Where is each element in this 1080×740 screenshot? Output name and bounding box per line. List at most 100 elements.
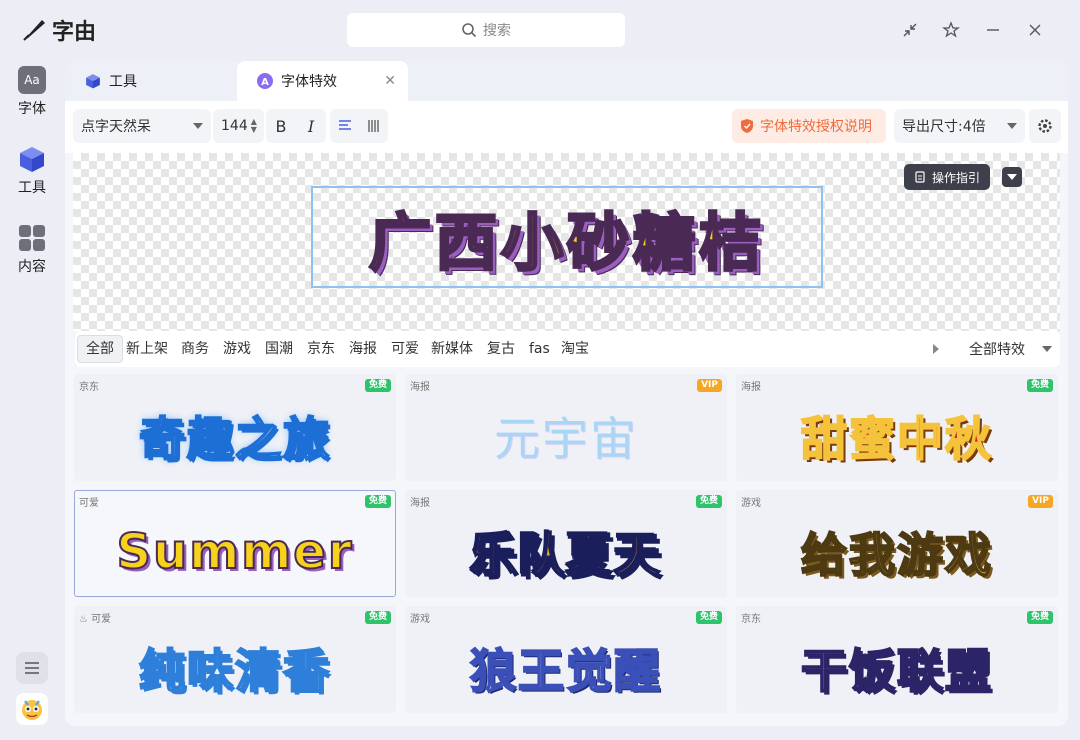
search-box[interactable]: 搜索 (347, 13, 625, 47)
filter-chip[interactable]: 海报 (341, 335, 385, 363)
tab-label: 字体特效 (281, 74, 337, 90)
font-select-value: 点字天然呆 (81, 119, 151, 135)
card-tag-label: 可爱 (91, 614, 112, 625)
filter-chip[interactable]: 复古 (479, 335, 523, 363)
vertical-text-icon[interactable] (359, 119, 388, 133)
font-size-stepper[interactable]: 144 ▲ ▼ (213, 109, 264, 143)
card-tag: 游戏 (410, 614, 430, 625)
free-badge: 免费 (364, 611, 391, 624)
free-badge: 免费 (364, 379, 391, 392)
card-preview-text: 元宇宙 (494, 412, 638, 466)
effect-card[interactable]: 游戏 VIP 给我游戏 (736, 490, 1058, 597)
card-tag: 京东 (79, 382, 99, 393)
cube-icon (86, 74, 100, 89)
effect-card[interactable]: 可爱 免费 Summer (74, 490, 396, 597)
card-tag: 海报 (410, 382, 430, 393)
free-badge: 免费 (1026, 611, 1053, 624)
settings-button[interactable] (1029, 109, 1061, 143)
scroll-right-icon[interactable] (933, 344, 939, 354)
rail-label-font: 字体 (18, 101, 46, 117)
text-selection-box[interactable]: 广西小砂糖桔 (311, 186, 823, 288)
tab-close-icon[interactable]: ✕ (384, 73, 396, 89)
tab-label: 工具 (109, 74, 137, 90)
rail-item-font[interactable]: Aa 字体 (10, 66, 54, 118)
avatar[interactable] (16, 693, 48, 725)
text-style-group: B I (266, 109, 326, 143)
italic-button[interactable]: I (296, 117, 326, 136)
card-tag: 海报 (741, 382, 761, 393)
free-badge: 免费 (695, 611, 722, 624)
pin-icon[interactable] (937, 16, 965, 44)
card-preview-text: 狼王觉醒 (469, 643, 662, 699)
filter-chip[interactable]: 国潮 (257, 335, 301, 363)
filter-chip[interactable]: 淘宝 (553, 335, 597, 363)
tab-bar: 工具 A 字体特效 ✕ (65, 61, 1068, 101)
menu-icon[interactable] (16, 652, 48, 684)
gear-icon (1038, 119, 1052, 133)
effect-card[interactable]: 京东 免费 干饭联盟 (736, 606, 1058, 713)
rail-label-tools: 工具 (18, 180, 46, 196)
stepper-arrows-icon: ▲ ▼ (250, 117, 257, 134)
guide-button[interactable]: 操作指引 (903, 164, 990, 190)
guide-label: 操作指引 (931, 170, 980, 185)
preview-text[interactable]: 广西小砂糖桔 (367, 192, 765, 282)
orientation-group (330, 109, 388, 143)
chevron-down-icon (1007, 123, 1017, 129)
filter-chip[interactable]: 游戏 (215, 335, 259, 363)
toolbar: 点字天然呆 144 ▲ ▼ B I 字体特效授权说明 导出尺寸:4倍 (65, 101, 1068, 153)
card-tag: 京东 (741, 614, 761, 625)
card-preview-text: 甜蜜中秋 (800, 411, 993, 467)
font-aa-icon: Aa (18, 66, 46, 94)
search-icon (462, 23, 477, 38)
tab-font-effects[interactable]: A 字体特效 ✕ (237, 61, 408, 101)
filter-chip[interactable]: 新媒体 (423, 335, 481, 363)
guide-dropdown-icon[interactable] (1002, 167, 1022, 187)
font-size-value: 144 (221, 118, 248, 134)
font-select[interactable]: 点字天然呆 (73, 109, 211, 143)
horizontal-text-icon[interactable] (330, 119, 359, 133)
filter-bar: 全部 新上架 商务 游戏 国潮 京东 海报 可爱 新媒体 复古 fas 淘宝 全… (75, 331, 1060, 367)
effect-card[interactable]: 海报 免费 乐队夏天 (405, 490, 727, 597)
effect-card[interactable]: 海报 VIP 元宇宙 (405, 374, 727, 481)
card-preview-text: 奇趣之旅 (138, 411, 331, 467)
export-size-select[interactable]: 导出尺寸:4倍 (894, 109, 1025, 143)
document-icon (915, 171, 925, 183)
card-preview-text: 纯味清香 (138, 643, 331, 699)
free-badge: 免费 (695, 495, 722, 508)
shield-icon (741, 119, 753, 133)
close-icon[interactable] (1021, 16, 1049, 44)
grid-icon (18, 224, 46, 252)
effect-card[interactable]: ♨ 可爱 免费 纯味清香 (74, 606, 396, 713)
filter-chip[interactable]: 商务 (173, 335, 217, 363)
card-tag: 游戏 (741, 498, 761, 509)
license-button[interactable]: 字体特效授权说明 (732, 109, 886, 143)
chevron-down-icon (193, 123, 203, 129)
tab-tools[interactable]: 工具 (65, 61, 237, 101)
card-preview-text: Summer (116, 523, 354, 581)
card-preview-text: 干饭联盟 (800, 643, 993, 699)
filter-chip[interactable]: 可爱 (383, 335, 427, 363)
effect-icon: A (257, 73, 273, 89)
quill-icon (23, 20, 45, 41)
app-logo: 字由 (20, 14, 96, 46)
card-tag: ♨ 可爱 (79, 610, 111, 625)
effect-card[interactable]: 京东 免费 奇趣之旅 (74, 374, 396, 481)
filter-chip[interactable]: 全部 (77, 335, 123, 363)
collapse-icon[interactable] (896, 16, 924, 44)
free-badge: 免费 (364, 495, 391, 508)
effect-card[interactable]: 游戏 免费 狼王觉醒 (405, 606, 727, 713)
bold-button[interactable]: B (266, 117, 296, 136)
rail-item-content[interactable]: 内容 (10, 224, 54, 276)
rail-label-content: 内容 (18, 259, 46, 275)
rail-item-tools[interactable]: 工具 (10, 145, 54, 197)
svg-text:A: A (261, 77, 269, 88)
flame-icon: ♨ (79, 614, 92, 625)
main-panel: 工具 A 字体特效 ✕ 点字天然呆 144 ▲ ▼ B I 字体特效授权说明 导… (65, 61, 1068, 726)
search-placeholder: 搜索 (483, 23, 511, 39)
filter-chip[interactable]: 新上架 (118, 335, 176, 363)
effect-card[interactable]: 海报 免费 甜蜜中秋 (736, 374, 1058, 481)
filter-chip[interactable]: 京东 (299, 335, 343, 363)
minimize-icon[interactable] (979, 16, 1007, 44)
preview-canvas[interactable]: 广西小砂糖桔 操作指引 (73, 153, 1060, 331)
effect-type-select[interactable]: 全部特效 (961, 331, 1060, 367)
